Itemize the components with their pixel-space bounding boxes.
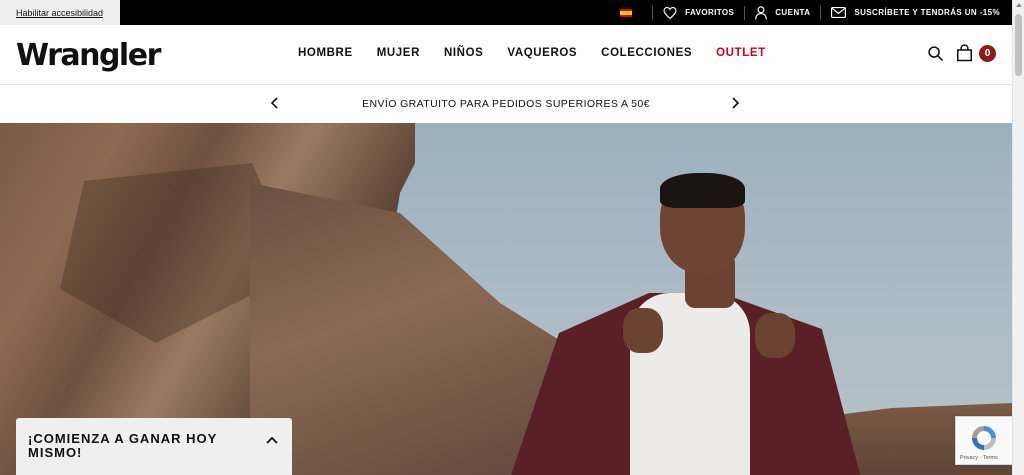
scroll-up-arrow-icon[interactable] (1016, 3, 1022, 7)
chevron-right-icon[interactable] (730, 97, 740, 109)
header-actions: 0 (927, 44, 996, 62)
model-hand-right (755, 313, 795, 358)
subscribe-label: SUSCRÍBETE Y TENDRÁS UN -15% (854, 8, 1000, 17)
divider (744, 5, 746, 20)
chevron-left-icon[interactable] (270, 97, 280, 109)
heart-icon (663, 6, 677, 19)
promo-text: ENVÍO GRATUITO PARA PEDIDOS SUPERIORES A… (362, 98, 650, 110)
shopping-bag-icon[interactable] (956, 44, 973, 62)
account-link[interactable]: CUENTA (755, 5, 811, 20)
nav-item-colecciones[interactable]: COLECCIONES (601, 47, 692, 59)
divider (820, 5, 822, 20)
model-hand-left (623, 308, 663, 353)
hero-banner[interactable]: ¡COMIENZA A GANAR HOY MISMO! Privacy - T… (0, 123, 1012, 475)
favorites-label: FAVORITOS (685, 8, 735, 17)
mail-icon (831, 7, 847, 18)
rewards-title: ¡COMIENZA A GANAR HOY MISMO! (28, 431, 218, 460)
chevron-up-icon[interactable] (266, 436, 278, 444)
nav-item-ninos[interactable]: NIÑOS (444, 47, 483, 59)
subscribe-link[interactable]: SUSCRÍBETE Y TENDRÁS UN -15% (831, 7, 1000, 18)
page: Habilitar accesibilidad FAVORITOS CUENTA… (0, 0, 1012, 475)
top-utility-links: FAVORITOS CUENTA SUSCRÍBETE Y TENDRÁS UN… (620, 0, 1012, 25)
nav-item-outlet[interactable]: OUTLET (716, 47, 766, 59)
recaptcha-badge[interactable]: Privacy - Terms (955, 416, 1012, 465)
cart-count-badge[interactable]: 0 (979, 44, 996, 62)
brand-logo[interactable]: Wrangler (16, 41, 161, 71)
recaptcha-links[interactable]: Privacy - Terms (960, 455, 998, 461)
top-utility-bar: Habilitar accesibilidad FAVORITOS CUENTA… (0, 0, 1012, 25)
main-nav: HOMBRE MUJER NIÑOS VAQUEROS COLECCIONES … (298, 47, 766, 59)
scrollbar-thumb[interactable] (1015, 14, 1022, 76)
vertical-scrollbar[interactable] (1012, 0, 1024, 475)
spain-flag-icon[interactable] (620, 8, 633, 17)
main-header: Wrangler HOMBRE MUJER NIÑOS VAQUEROS COL… (0, 25, 1012, 85)
rewards-panel[interactable]: ¡COMIENZA A GANAR HOY MISMO! (16, 418, 292, 475)
accessibility-toggle[interactable]: Habilitar accesibilidad (0, 0, 120, 25)
hero-model (505, 173, 865, 475)
recaptcha-icon (972, 426, 996, 450)
nav-item-vaqueros[interactable]: VAQUEROS (507, 47, 577, 59)
divider (652, 5, 654, 20)
promo-bar: ENVÍO GRATUITO PARA PEDIDOS SUPERIORES A… (0, 85, 1012, 123)
favorites-link[interactable]: FAVORITOS (663, 6, 735, 19)
nav-item-hombre[interactable]: HOMBRE (298, 47, 353, 59)
search-icon[interactable] (927, 45, 944, 62)
user-icon (755, 5, 768, 19)
account-label: CUENTA (775, 8, 811, 17)
nav-item-mujer[interactable]: MUJER (377, 47, 420, 59)
model-hair (660, 173, 745, 208)
